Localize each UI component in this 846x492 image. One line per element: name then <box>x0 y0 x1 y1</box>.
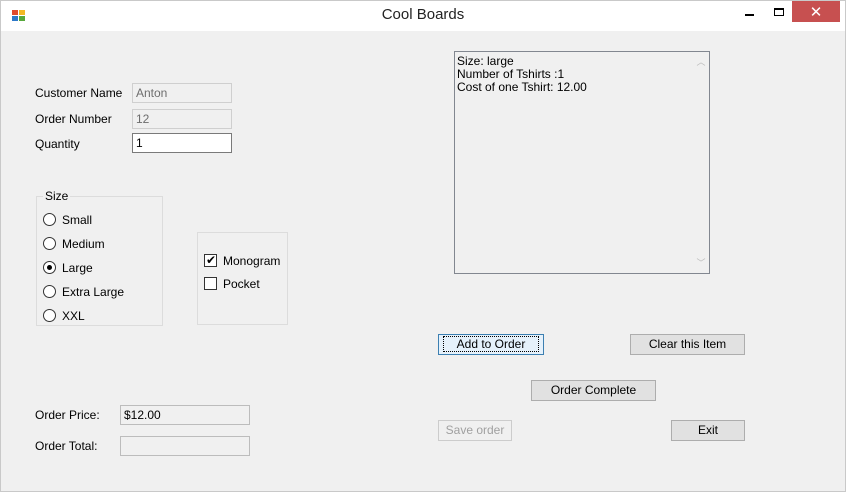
clear-item-button[interactable]: Clear this Item <box>630 334 745 355</box>
radio-indicator[interactable] <box>43 237 56 250</box>
quantity-label: Quantity <box>35 137 80 151</box>
radio-indicator[interactable] <box>43 309 56 322</box>
radio-indicator[interactable] <box>43 213 56 226</box>
title-bar: Cool Boards ✕ <box>1 1 845 31</box>
size-group-title: Size <box>43 189 71 203</box>
checkbox-checked-icon[interactable] <box>204 252 217 268</box>
size-option-label: Medium <box>62 237 105 251</box>
extra-option-label: Pocket <box>223 277 260 291</box>
customer-name-field[interactable]: Anton <box>132 83 232 103</box>
close-icon: ✕ <box>809 3 823 21</box>
order-complete-button[interactable]: Order Complete <box>531 380 656 401</box>
maximize-icon[interactable] <box>774 8 784 16</box>
size-option-label: Small <box>62 213 93 227</box>
size-option-label: Extra Large <box>62 285 125 299</box>
minimize-icon[interactable] <box>745 14 754 16</box>
extras-groupbox: Monogram Pocket <box>197 232 288 325</box>
customer-name-label: Customer Name <box>35 86 123 100</box>
order-price-field[interactable]: $12.00 <box>120 405 250 425</box>
size-option-label: Large <box>62 261 93 275</box>
save-order-button[interactable]: Save order <box>438 420 512 441</box>
size-groupbox: Size Small Medium Large Extra Large XXL <box>36 189 163 326</box>
exit-button[interactable]: Exit <box>671 420 745 441</box>
scroll-down-arrow-icon[interactable]: ﹀ <box>696 258 706 268</box>
checkbox-icon[interactable] <box>204 277 217 290</box>
order-total-field[interactable] <box>120 436 250 456</box>
summary-line: Cost of one Tshirt: 12.00 <box>457 80 587 94</box>
summary-lines: Size: large Number of Tshirts :1 Cost of… <box>457 55 587 94</box>
extra-option-label: Monogram <box>223 254 281 268</box>
order-summary-listbox[interactable]: Size: large Number of Tshirts :1 Cost of… <box>454 51 710 274</box>
window-title: Cool Boards <box>381 6 465 23</box>
radio-indicator[interactable] <box>43 285 56 298</box>
add-to-order-button[interactable]: Add to Order <box>438 334 544 355</box>
order-number-field[interactable]: 12 <box>132 109 232 129</box>
add-to-order-label: Add to Order <box>442 336 540 352</box>
order-price-label: Order Price: <box>35 408 100 422</box>
form-client-area: Customer Name Anton Order Number 12 Quan… <box>8 31 838 485</box>
size-option-label: XXL <box>62 309 85 323</box>
order-total-label: Order Total: <box>35 439 98 453</box>
radio-indicator-selected[interactable] <box>43 261 56 274</box>
order-number-label: Order Number <box>35 112 112 126</box>
close-button[interactable]: ✕ <box>792 1 840 22</box>
app-window: Cool Boards ✕ Customer Name Anton Order … <box>0 0 846 492</box>
quantity-field[interactable]: 1 <box>132 133 232 153</box>
scroll-up-arrow-icon[interactable]: ︿ <box>696 57 706 67</box>
